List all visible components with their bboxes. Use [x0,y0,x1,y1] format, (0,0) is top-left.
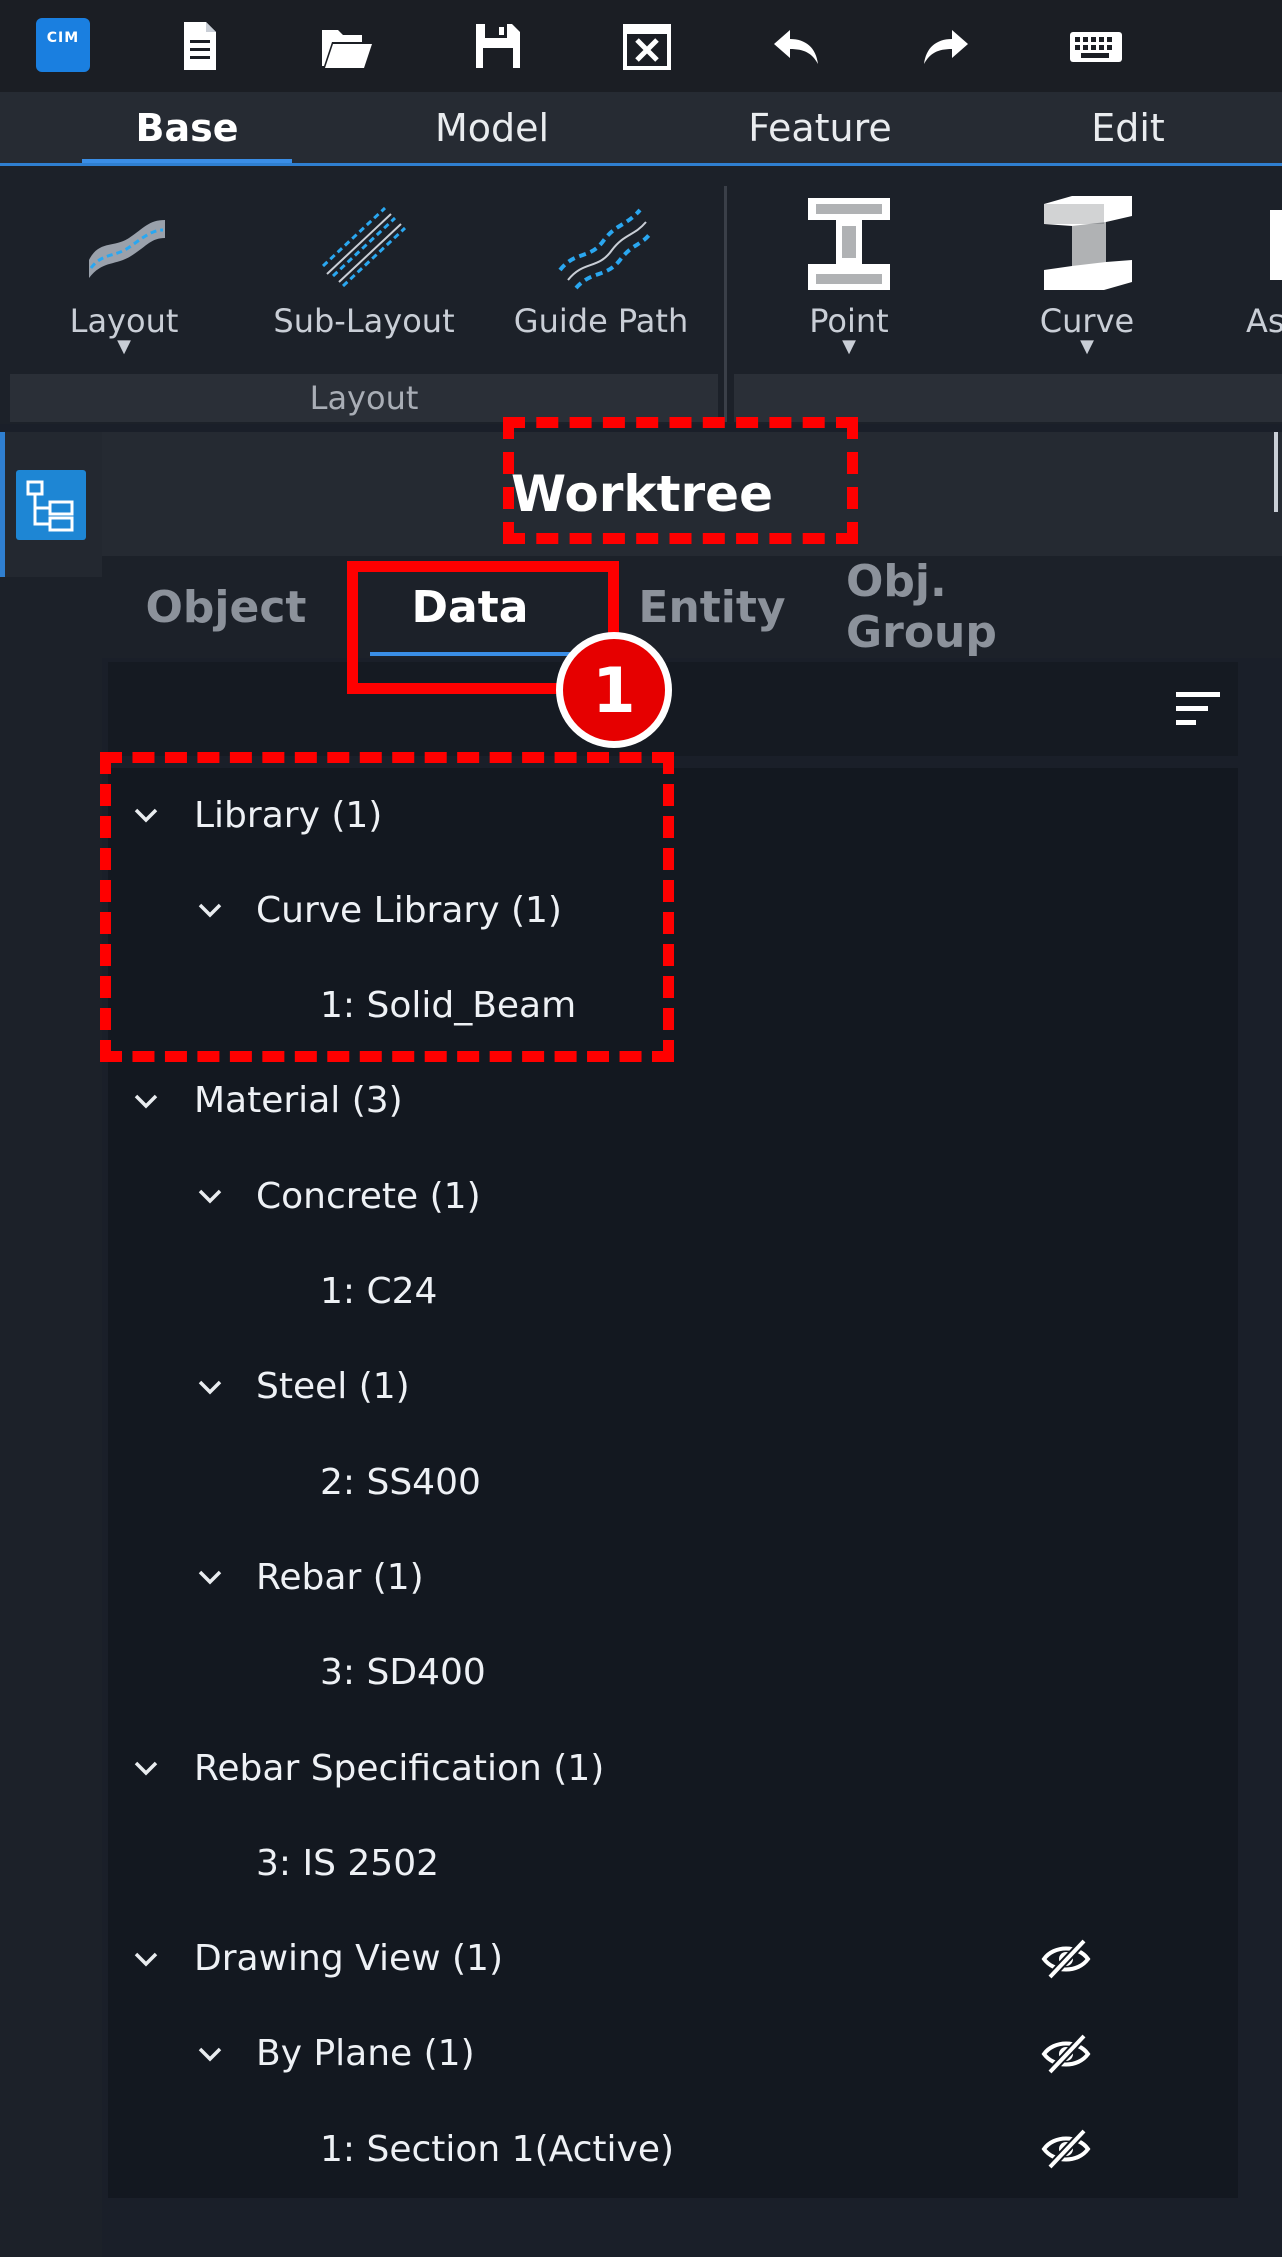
chevron-down-icon[interactable] [126,1748,166,1788]
eye-off-icon[interactable] [1040,2123,1092,2175]
redo-icon [924,30,968,64]
assembly-label: As [1246,302,1282,340]
new-file-icon [184,22,216,70]
tree-icon [26,480,74,532]
layout-button[interactable]: Layout ▼ [46,190,202,370]
layout-group-label: Layout [309,379,419,417]
chevron-down-icon: ▼ [1080,336,1094,357]
guide-path-icon [558,208,652,290]
point-section-icon [808,198,890,290]
close-window-icon [623,24,671,70]
sub-layout-label: Sub-Layout [273,302,455,340]
assembly-icon [1270,210,1282,280]
eye-off-icon[interactable] [1040,1933,1092,1985]
tab-obj-group[interactable]: Obj. Group [846,556,1094,658]
curve-label: Curve [1039,302,1135,340]
chevron-down-icon: ▼ [117,336,131,357]
eye-off-icon[interactable] [1040,2028,1092,2080]
chevron-down-icon[interactable] [190,1367,230,1407]
app-logo: CIM [36,18,90,72]
save-icon [476,24,520,68]
save-button[interactable] [462,12,534,80]
tree-item[interactable]: 1: Section 1(Active) [320,2109,674,2189]
guide-path-label: Guide Path [513,302,689,340]
tree-item[interactable]: 1: C24 [320,1252,437,1332]
tree-item[interactable]: 2: SS400 [320,1442,481,1522]
panel-edge [1274,432,1278,512]
annotation-library-highlight [100,752,674,1062]
worktree-toolbar [108,662,1238,756]
menu-tab-base[interactable]: Base [82,92,292,163]
point-section-button[interactable]: Point ▼ [786,190,912,370]
close-file-button[interactable] [611,12,683,80]
step-badge-number: 1 [592,653,636,727]
redo-button[interactable] [910,12,982,80]
new-file-button[interactable] [164,12,236,80]
tree-item[interactable]: Drawing View (1) [194,1919,503,1999]
left-dock [0,432,102,2257]
layout-icon [89,220,165,278]
chevron-down-icon[interactable] [126,1939,166,1979]
layout-label: Layout [69,302,179,340]
menu-tab-edit[interactable]: Edit [1030,92,1226,163]
tab-object[interactable]: Object [140,556,312,658]
tree-item[interactable]: By Plane (1) [256,2014,475,2094]
tree-item[interactable]: Steel (1) [256,1347,410,1427]
menu-tab-model[interactable]: Model [392,92,592,163]
step-badge: 1 [556,632,672,748]
app-logo-text: CIM [46,30,80,46]
tree-item[interactable]: Rebar Specification (1) [194,1728,604,1808]
keyboard-icon [1070,32,1122,62]
open-folder-icon [322,30,372,68]
menu-bar: Base Model Feature Edit [0,92,1282,166]
sub-layout-icon [321,206,407,288]
section-group-bar [734,374,1282,422]
menu-tab-feature[interactable]: Feature [700,92,940,163]
keyboard-button[interactable] [1060,12,1132,80]
point-label: Point [809,302,889,340]
tree-item[interactable]: Rebar (1) [256,1537,424,1617]
layout-group-bar: Layout [10,374,718,422]
undo-button[interactable] [760,12,832,80]
annotation-worktree-highlight [503,417,858,544]
title-bar: CIM [0,0,1282,92]
curve-section-button[interactable]: Curve ▼ [1022,190,1152,370]
sort-button[interactable] [1172,688,1224,730]
curve-section-icon [1044,196,1132,290]
chevron-down-icon[interactable] [190,1176,230,1216]
guide-path-button[interactable]: Guide Path [506,190,696,370]
sort-icon [1176,692,1220,725]
chevron-down-icon[interactable] [126,1081,166,1121]
open-file-button[interactable] [310,12,382,80]
tree-item[interactable]: 3: IS 2502 [256,1823,439,1903]
worktree-dock-icon[interactable] [16,470,86,540]
tree-item[interactable]: 3: SD400 [320,1633,486,1713]
tree-item[interactable]: Material (3) [194,1061,403,1141]
chevron-down-icon: ▼ [842,336,856,357]
undo-icon [774,30,818,64]
assembly-button[interactable]: As [1244,190,1282,370]
ribbon-separator [724,186,727,422]
sub-layout-button[interactable]: Sub-Layout [266,190,462,370]
tree-item[interactable]: Concrete (1) [256,1156,481,1236]
chevron-down-icon[interactable] [190,2034,230,2074]
chevron-down-icon[interactable] [190,1557,230,1597]
tab-entity[interactable]: Entity [636,556,788,658]
